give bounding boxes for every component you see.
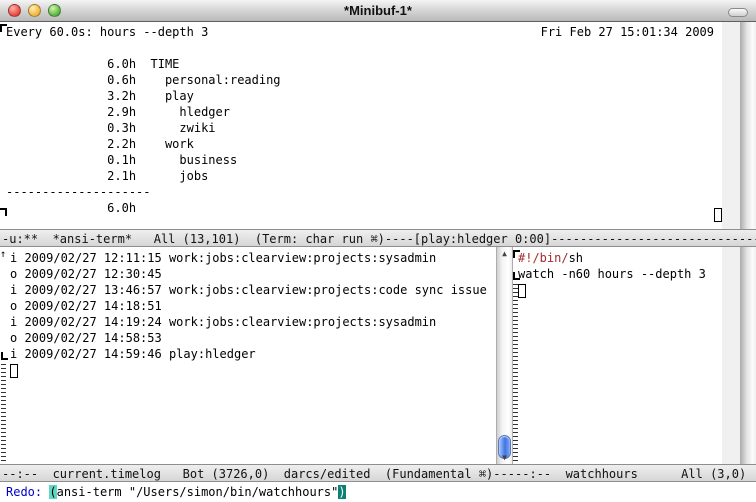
buffer-line: 0.6h personal:reading [6, 72, 722, 88]
buffer-line: i 2009/02/27 13:46:57 work:jobs:clearvie… [10, 282, 496, 298]
buffer-line: 6.0h [6, 200, 722, 216]
term-cursor [714, 208, 722, 222]
redo-prompt: Redo: [6, 485, 49, 499]
watch-command-text: Every 60.0s: hours --depth 3 [6, 24, 208, 40]
buffer-end-indicator-icon [513, 272, 520, 280]
modeline-ansi-term[interactable]: -u:** *ansi-term* All (13,101) (Term: ch… [0, 229, 756, 247]
watch-date-text: Fri Feb 27 15:01:34 2009 [541, 24, 714, 40]
buffer-line: o 2009/02/27 14:58:53 [10, 330, 496, 346]
buffer-line: i 2009/02/27 14:59:46 play:hledger [10, 346, 496, 362]
buffer-line: 3.2h play [6, 88, 722, 104]
scrollbar-down-arrow[interactable]: ▼ [497, 454, 512, 462]
script-command-line: watch -n60 hours --depth 3 [518, 266, 722, 282]
buffer-bottom-indicator-icon [0, 208, 7, 216]
timelog-cursor [10, 364, 18, 378]
window-title: *Minibuf-1* [0, 3, 756, 19]
ansi-term-window[interactable]: Every 60.0s: hours --depth 3 Fri Feb 27 … [0, 22, 722, 229]
paren-match-open: ( [49, 485, 56, 499]
buffer-end-indicator-icon [1, 352, 8, 360]
buffer-line: -------------------- [6, 184, 722, 200]
scroll-up-indicator-icon: ↑ [0, 250, 6, 260]
buffer-line: i 2009/02/27 12:11:15 work:jobs:clearvie… [10, 250, 496, 266]
buffer-line: 2.1h jobs [6, 168, 722, 184]
buffer-line: 6.0h TIME [6, 56, 722, 72]
minibuffer-command: ansi-term "/Users/simon/bin/watchhours" [57, 485, 339, 499]
watchhours-window[interactable]: #!/bin/sh watch -n60 hours --depth 3 [513, 247, 722, 464]
empty-lines-indicator [1, 364, 6, 462]
shebang-comment: #!/bin/ [518, 251, 569, 265]
title-bar[interactable]: *Minibuf-1* [0, 0, 756, 22]
buffer-line: 2.2h work [6, 136, 722, 152]
buffer-line: i 2009/02/27 14:19:24 work:jobs:clearvie… [10, 314, 496, 330]
buffer-top-indicator-icon [0, 24, 7, 32]
buffer-line: 2.9h hledger [6, 104, 722, 120]
modeline-timelog[interactable]: --:-- current.timelog Bot (3726,0) darcs… [0, 464, 513, 482]
buffer-top-indicator-icon [513, 250, 520, 258]
hours-report: 6.0h TIME 0.6h personal:reading 3.2h pla… [0, 40, 722, 216]
buffer-line: o 2009/02/27 14:18:51 [10, 298, 496, 314]
timelog-entries: i 2009/02/27 12:11:15 work:jobs:clearvie… [0, 247, 496, 362]
modeline-watchhours[interactable]: --:-- watchhours All (3,0) [513, 464, 756, 482]
minibuffer[interactable]: Redo: (ansi-term "/Users/simon/bin/watch… [0, 482, 756, 502]
empty-lines-indicator [513, 284, 518, 462]
emacs-frame: *Minibuf-1* Every 60.0s: hours --depth 3… [0, 0, 756, 502]
buffer-line: 0.3h zwiki [6, 120, 722, 136]
buffer-line: 0.1h business [6, 152, 722, 168]
buffer-line: o 2009/02/27 12:30:45 [10, 266, 496, 282]
timelog-window[interactable]: i 2009/02/27 12:11:15 work:jobs:clearvie… [0, 247, 496, 464]
shebang-interpreter: sh [569, 251, 583, 265]
minibuffer-cursor-on-paren: ) [338, 485, 345, 499]
scrollbar-up-arrow[interactable]: ▲ [497, 250, 512, 258]
timelog-scrollbar[interactable]: ▲ ▼ [496, 247, 513, 464]
toolbar-toggle-button[interactable] [728, 8, 748, 17]
script-cursor [518, 284, 526, 298]
shebang-line: #!/bin/sh [518, 250, 722, 266]
